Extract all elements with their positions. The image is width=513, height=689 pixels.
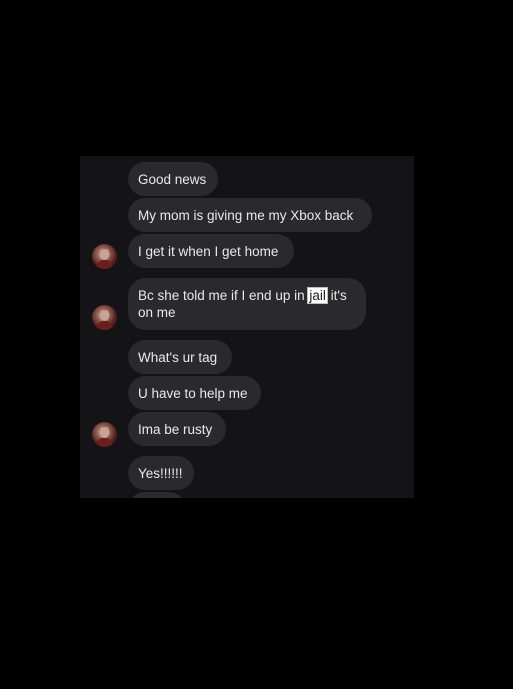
message-bubble[interactable]: Bc she told me if I end up in jail it's …	[128, 278, 366, 330]
message-bubble[interactable]: My mom is giving me my Xbox back	[128, 198, 372, 232]
message-bubble[interactable]: I get it when I get home	[128, 234, 294, 268]
message-bubble[interactable]: Good news	[128, 162, 218, 196]
profile-avatar[interactable]	[92, 422, 117, 447]
message-text: I get it when I get home	[138, 244, 279, 259]
profile-avatar[interactable]	[92, 305, 117, 330]
screenshot-page: Good news My mom is giving me my Xbox ba…	[0, 0, 513, 689]
message-text: Yes!!!!!!	[138, 466, 183, 481]
message-text: Good news	[138, 172, 207, 187]
avatar-photo-icon	[96, 309, 113, 330]
message-text: U have to help me	[138, 386, 248, 401]
message-text: What's ur tag	[138, 350, 218, 365]
message-text: My mom is giving me my Xbox back	[138, 208, 354, 223]
message-text: Bc she told me if I end up in	[138, 288, 309, 303]
message-thread[interactable]: Good news My mom is giving me my Xbox ba…	[80, 156, 414, 498]
message-bubble[interactable]: Ima be rusty	[128, 412, 226, 446]
message-bubble-partial[interactable]	[128, 492, 186, 498]
profile-avatar[interactable]	[92, 244, 117, 269]
avatar-photo-icon	[96, 426, 113, 447]
message-text: Ima be rusty	[138, 422, 213, 437]
message-bubble[interactable]: Yes!!!!!!	[128, 456, 194, 490]
message-bubble[interactable]: What's ur tag	[128, 340, 232, 374]
avatar-photo-icon	[96, 248, 113, 269]
highlighted-word: jail	[307, 287, 328, 304]
message-bubble[interactable]: U have to help me	[128, 376, 261, 410]
